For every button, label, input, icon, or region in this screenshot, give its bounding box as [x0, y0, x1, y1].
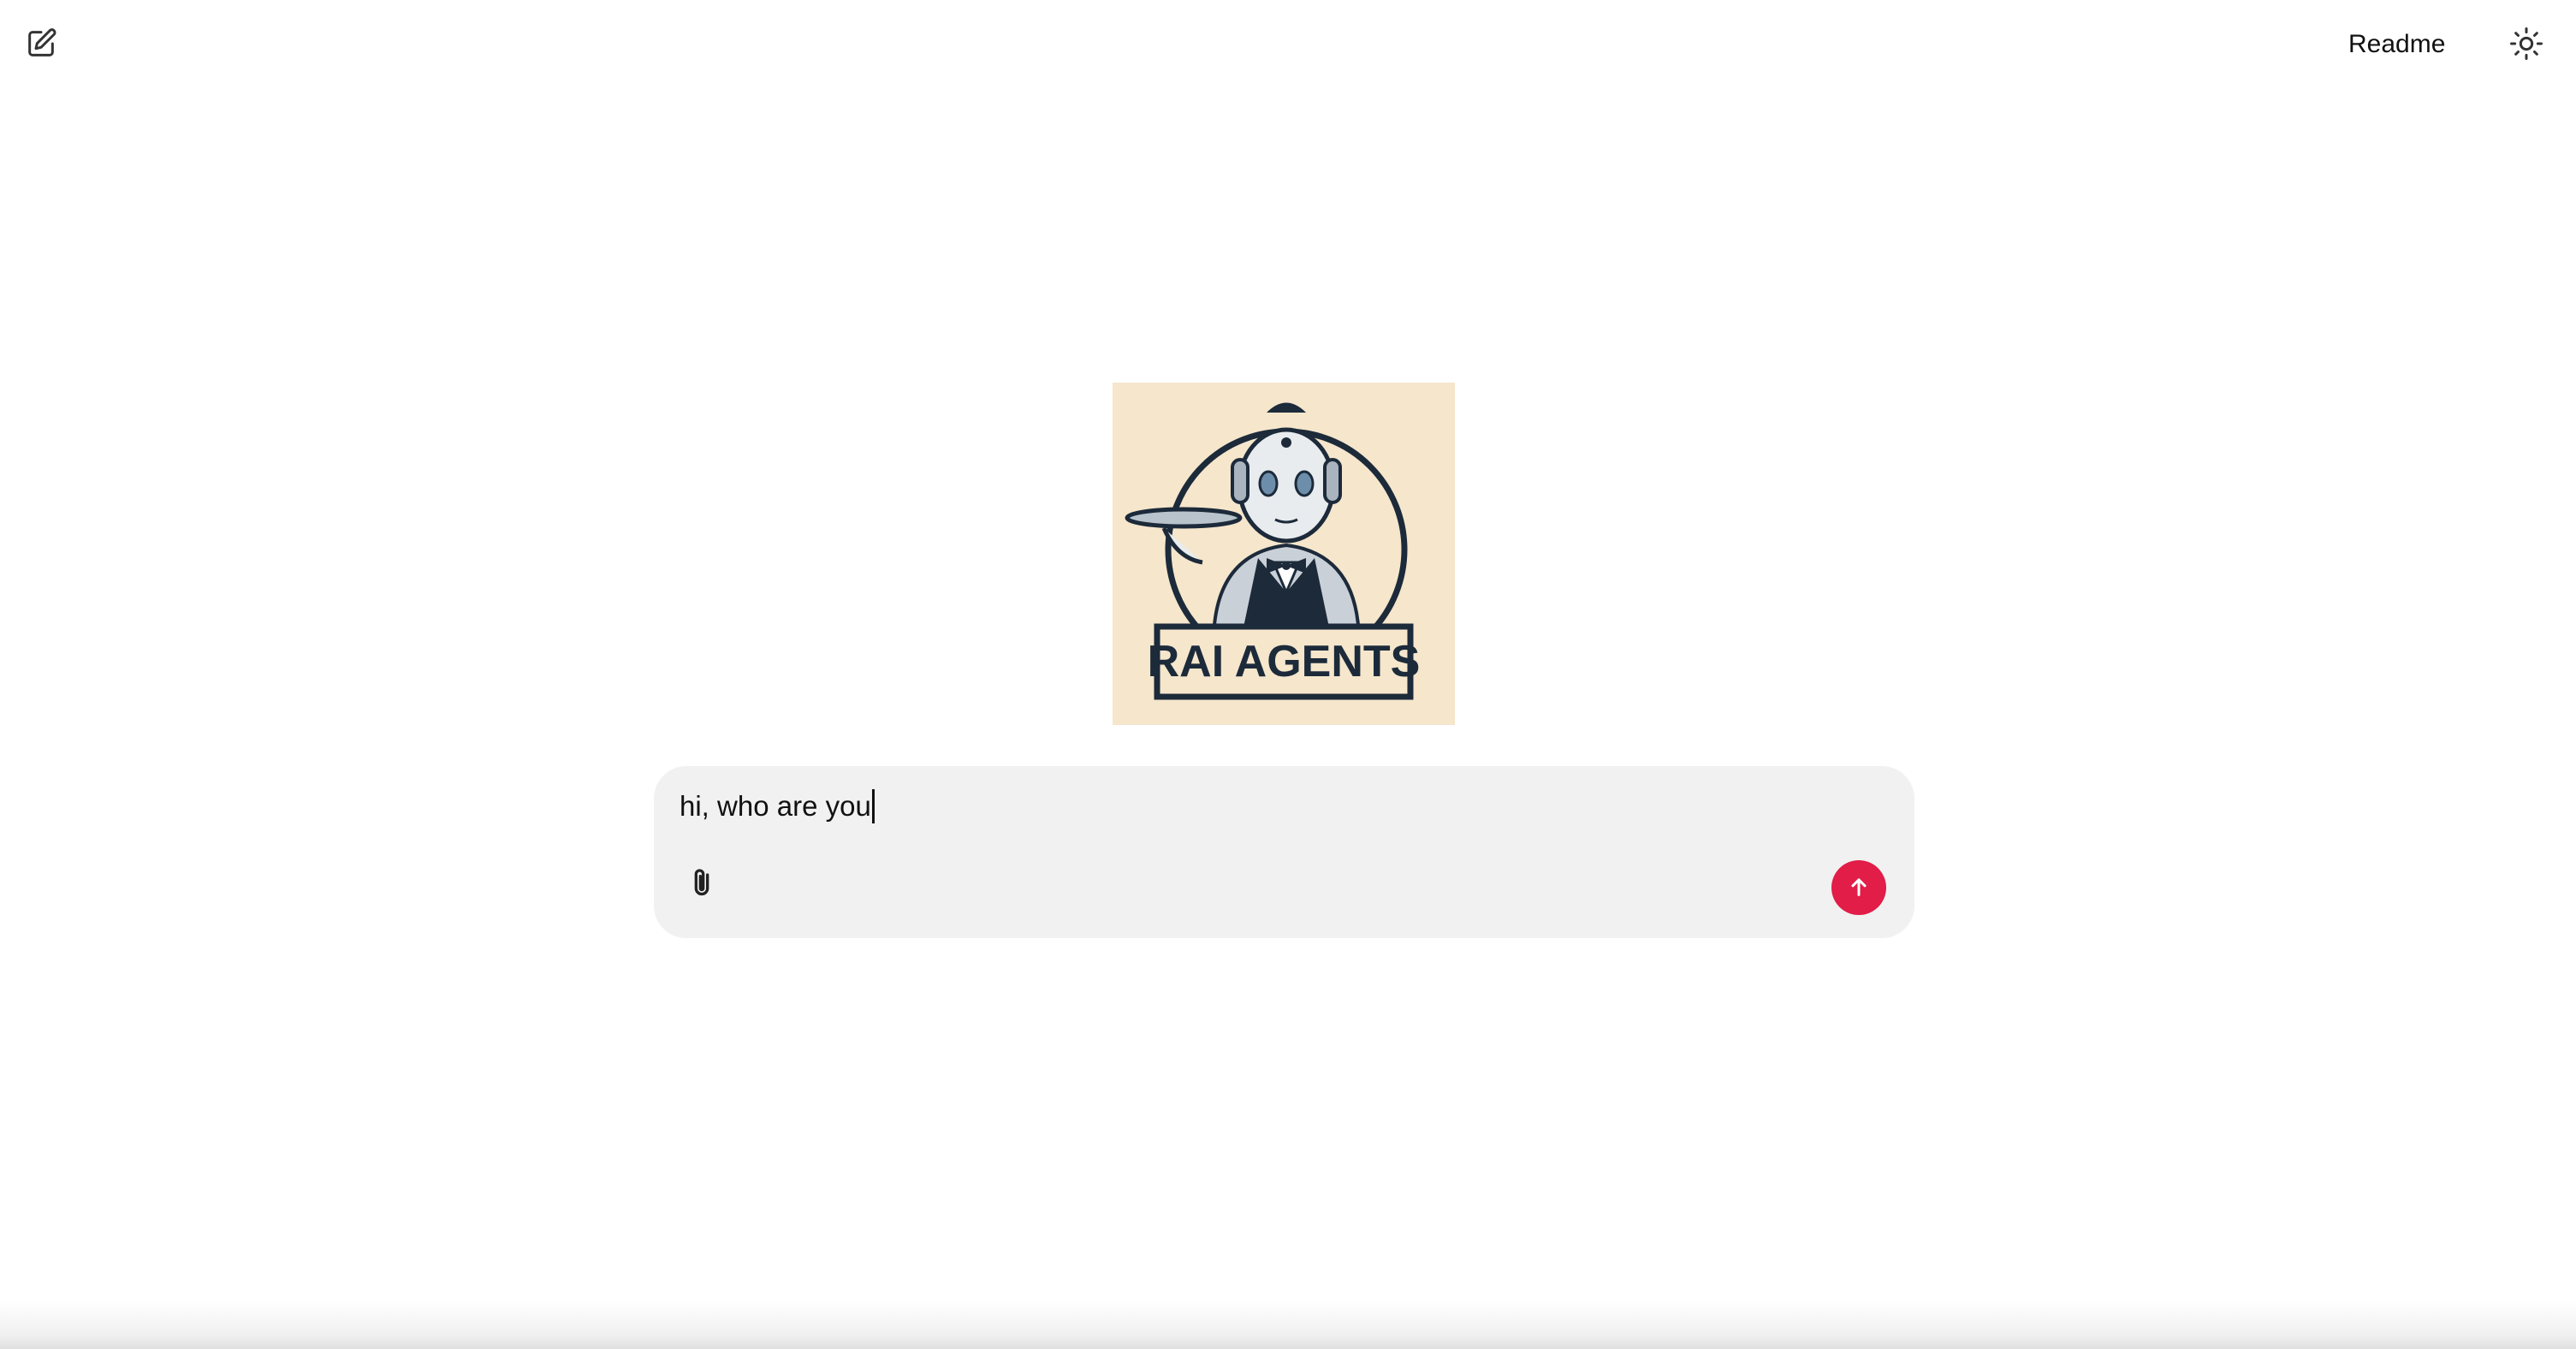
edit-square-icon — [24, 27, 58, 63]
theme-toggle-button[interactable] — [2504, 22, 2549, 67]
attach-file-button[interactable] — [680, 862, 724, 906]
sun-icon — [2509, 27, 2543, 63]
app-root: Readme RAI AGENTS hi, who are you — [0, 0, 2576, 1349]
new-chat-button[interactable] — [19, 22, 63, 67]
message-input[interactable]: hi, who are you — [680, 785, 1861, 828]
message-composer: hi, who are you — [654, 766, 1914, 938]
rai-agents-logo: RAI AGENTS — [1113, 383, 1455, 725]
send-button[interactable] — [1831, 860, 1886, 915]
paperclip-icon — [685, 865, 719, 905]
bottom-shadow — [0, 1301, 2576, 1349]
arrow-up-icon — [1847, 875, 1871, 901]
message-input-text: hi, who are you — [680, 790, 871, 822]
logo-text: RAI AGENTS — [1148, 637, 1421, 686]
text-caret — [871, 789, 875, 823]
readme-link[interactable]: Readme — [2348, 24, 2445, 65]
